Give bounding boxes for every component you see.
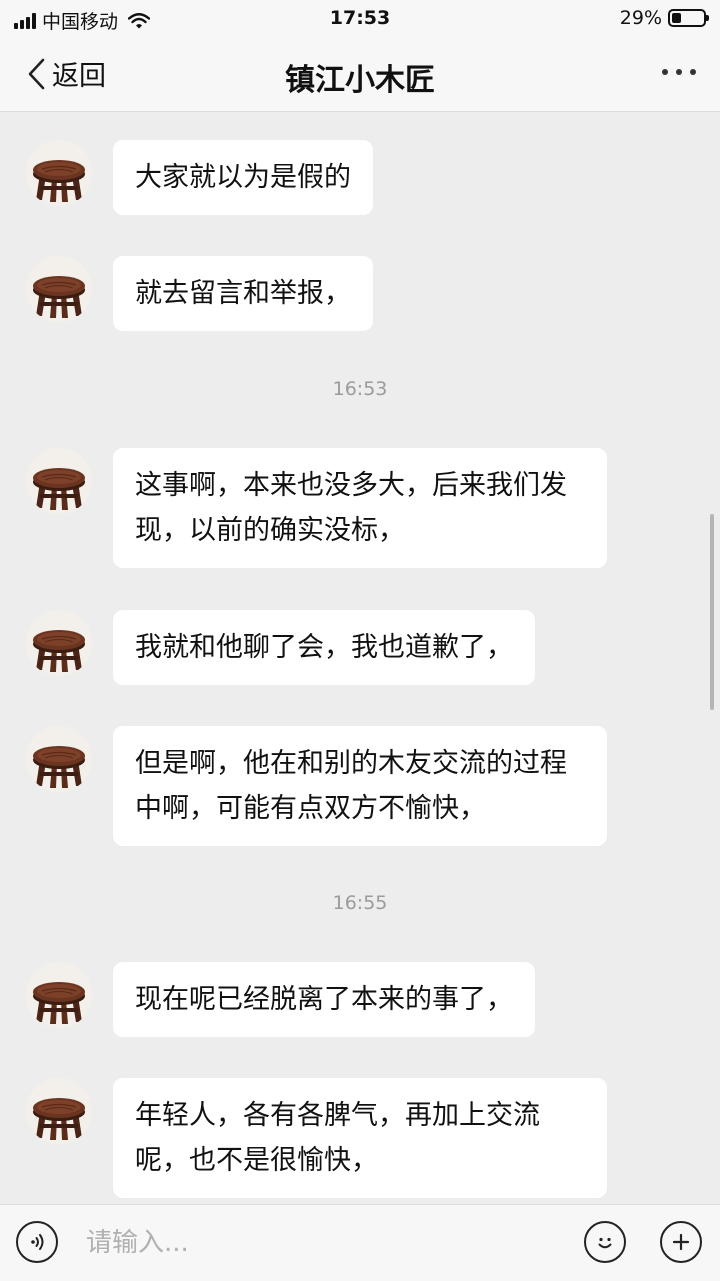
- avatar[interactable]: [26, 1078, 92, 1144]
- status-bar: 中国移动 17:53 29%: [0, 0, 720, 36]
- more-icon[interactable]: [662, 60, 696, 84]
- emoji-icon: [598, 1237, 612, 1249]
- chat-title: 镇江小木匠: [285, 63, 435, 98]
- scrollbar[interactable]: [710, 514, 714, 710]
- message-bubble[interactable]: 年轻人，各有各脾气，再加上交流呢，也不是很愉快，: [113, 1078, 607, 1198]
- plus-icon: [672, 1233, 690, 1251]
- stool-avatar-image: [26, 962, 92, 1028]
- timestamp: 16:55: [332, 892, 388, 914]
- stool-avatar-image: [26, 140, 92, 206]
- input-bar: 请输入...: [0, 1204, 720, 1281]
- avatar[interactable]: [26, 726, 92, 792]
- stool-avatar-image: [26, 256, 92, 322]
- stool-avatar-image: [26, 448, 92, 514]
- status-time: 17:53: [329, 7, 391, 29]
- avatar[interactable]: [26, 610, 92, 676]
- voice-button[interactable]: [16, 1221, 58, 1263]
- message-bubble[interactable]: 这事啊，本来也没多大，后来我们发现，以前的确实没标，: [113, 448, 607, 568]
- stool-avatar-image: [26, 1078, 92, 1144]
- avatar[interactable]: [26, 962, 92, 1028]
- voice-icon: [31, 1234, 44, 1250]
- avatar[interactable]: [26, 448, 92, 514]
- battery-percent: 29%: [619, 7, 662, 29]
- chat-list[interactable]: 大家就以为是假的 就去留言和举报， 16:53 这事啊，本来也没多大，后来我们发…: [0, 112, 720, 1204]
- message-bubble[interactable]: 现在呢已经脱离了本来的事了，: [113, 962, 535, 1037]
- message-bubble[interactable]: 大家就以为是假的: [113, 140, 373, 215]
- avatar[interactable]: [26, 256, 92, 322]
- avatar[interactable]: [26, 140, 92, 206]
- message-bubble[interactable]: 就去留言和举报，: [113, 256, 373, 331]
- battery-icon: [668, 9, 709, 27]
- timestamp: 16:53: [332, 378, 388, 400]
- battery-level: [672, 13, 681, 23]
- emoji-button[interactable]: [584, 1221, 626, 1263]
- plus-button[interactable]: [660, 1221, 702, 1263]
- message-bubble[interactable]: 我就和他聊了会，我也道歉了，: [113, 610, 535, 685]
- status-right: 29%: [619, 7, 709, 29]
- stool-avatar-image: [26, 610, 92, 676]
- message-input[interactable]: 请输入...: [86, 1223, 556, 1263]
- message-bubble[interactable]: 但是啊，他在和别的木友交流的过程中啊，可能有点双方不愉快，: [113, 726, 607, 846]
- nav-bar: 返回 镇江小木匠: [0, 36, 720, 112]
- stool-avatar-image: [26, 726, 92, 792]
